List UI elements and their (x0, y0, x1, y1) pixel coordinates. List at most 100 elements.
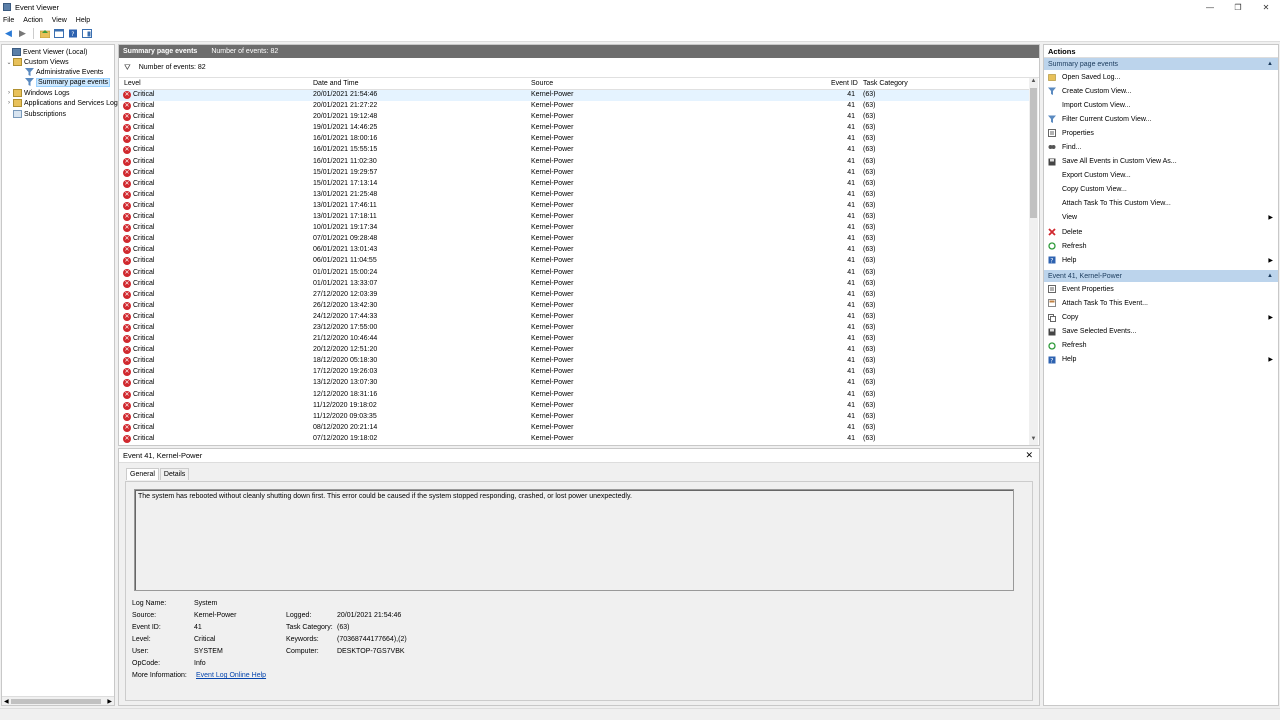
actions-section-header[interactable]: Event 41, Kernel-Power ▲ (1044, 270, 1278, 283)
tree-subscriptions[interactable]: Subscriptions (5, 109, 66, 119)
table-row[interactable]: ✕ Critical 06/01/2021 11:04:55 Kernel-Power… (119, 256, 1029, 267)
table-row[interactable]: ✕ Critical 07/01/2021 09:28:48 Kernel-Power… (119, 234, 1029, 245)
help-book-icon[interactable]: ? (67, 28, 78, 39)
table-row[interactable]: ✕ Critical 20/01/2021 21:27:22 Kernel-Power… (119, 101, 1029, 112)
actions-section-header[interactable]: Summary page events ▲ (1044, 58, 1278, 70)
table-row[interactable]: ✕ Critical 11/12/2020 09:03:35 Kernel-Power… (119, 412, 1029, 423)
scroll-left-icon[interactable]: ◀ (4, 698, 9, 705)
menu-file[interactable]: File (3, 17, 14, 24)
scroll-up-icon[interactable]: ▲ (1029, 78, 1038, 87)
tree-administrative-events[interactable]: Administrative Events (17, 67, 103, 77)
restore-icon[interactable]: ❐ (1224, 0, 1252, 14)
table-row[interactable]: ✕ Critical 27/12/2020 12:03:39 Kernel-Power… (119, 290, 1029, 301)
table-row[interactable]: ✕ Critical 26/12/2020 13:42:30 Kernel-Power… (119, 301, 1029, 312)
action-copy-custom-view[interactable]: Copy Custom View... (1044, 183, 1278, 197)
table-row[interactable]: ✕ Critical 19/01/2021 14:46:25 Kernel-Power… (119, 123, 1029, 134)
table-row[interactable]: ✕ Critical 20/01/2021 21:54:46 Kernel-Power… (119, 90, 1029, 102)
cell-source: Kernel-Power (531, 301, 574, 309)
menu-view[interactable]: View (52, 17, 67, 24)
column-source[interactable]: Source (531, 80, 553, 87)
table-row[interactable]: ✕ Critical 12/12/2020 18:31:16 Kernel-Power… (119, 390, 1029, 401)
column-event-id[interactable]: Event ID (831, 80, 858, 87)
action-attach-task-to-this-event[interactable]: Attach Task To This Event... (1044, 296, 1278, 310)
scroll-thumb[interactable] (1030, 88, 1037, 218)
action-filter-current-custom-view[interactable]: Filter Current Custom View... (1044, 112, 1278, 126)
action-export-custom-view[interactable]: Export Custom View... (1044, 169, 1278, 183)
table-row[interactable]: ✕ Critical 01/01/2021 13:33:07 Kernel-Power… (119, 279, 1029, 290)
table-row[interactable]: ✕ Critical 15/01/2021 19:29:57 Kernel-Power… (119, 168, 1029, 179)
table-row[interactable]: ✕ Critical 20/12/2020 12:51:20 Kernel-Power… (119, 345, 1029, 356)
up-folder-icon[interactable] (39, 28, 50, 39)
scroll-right-icon[interactable]: ▶ (107, 698, 112, 705)
table-row[interactable]: ✕ Critical 15/01/2021 17:13:14 Kernel-Power… (119, 179, 1029, 190)
table-row[interactable]: ✕ Critical 20/01/2021 19:12:48 Kernel-Power… (119, 112, 1029, 123)
minimize-icon[interactable]: — (1196, 0, 1224, 14)
event-log-online-help-link[interactable]: Event Log Online Help (196, 672, 266, 679)
tree-expander[interactable]: › (5, 90, 13, 96)
table-row[interactable]: ✕ Critical 07/12/2020 19:18:02 Kernel-Power… (119, 434, 1029, 445)
tree-summary-page-events[interactable]: Summary page events (17, 77, 111, 87)
table-row[interactable]: ✕ Critical 01/01/2021 15:00:24 Kernel-Power… (119, 268, 1029, 279)
action-save-all-events-in-custom-view-as[interactable]: Save All Events in Custom View As... (1044, 155, 1278, 169)
refresh-icon (1048, 242, 1056, 250)
table-row[interactable]: ✕ Critical 13/01/2021 21:25:48 Kernel-Power… (119, 190, 1029, 201)
action-copy[interactable]: Copy ▶ (1044, 311, 1278, 325)
close-icon[interactable]: ✕ (1252, 0, 1280, 14)
table-row[interactable]: ✕ Critical 13/01/2021 17:18:11 Kernel-Power… (119, 212, 1029, 223)
action-help[interactable]: ? Help ▶ (1044, 253, 1278, 267)
action-import-custom-view[interactable]: Import Custom View... (1044, 98, 1278, 112)
table-row[interactable]: ✕ Critical 08/12/2020 20:21:14 Kernel-Power… (119, 423, 1029, 434)
table-row[interactable]: ✕ Critical 13/12/2020 13:07:30 Kernel-Power… (119, 378, 1029, 389)
table-row[interactable]: ✕ Critical 16/01/2021 15:55:15 Kernel-Power… (119, 145, 1029, 156)
action-delete[interactable]: Delete (1044, 225, 1278, 239)
table-row[interactable]: ✕ Critical 10/01/2021 19:17:34 Kernel-Power… (119, 223, 1029, 234)
scroll-thumb[interactable] (11, 699, 101, 704)
action-create-custom-view[interactable]: Create Custom View... (1044, 84, 1278, 98)
column-date-time[interactable]: Date and Time (313, 80, 359, 87)
action-event-properties[interactable]: Event Properties (1044, 282, 1278, 296)
action-find[interactable]: Find... (1044, 140, 1278, 154)
collapse-caret-icon[interactable]: ▲ (1267, 273, 1273, 279)
show-hide-console-tree-icon[interactable] (53, 28, 64, 39)
table-row[interactable]: ✕ Critical 21/12/2020 10:46:44 Kernel-Power… (119, 334, 1029, 345)
show-hide-action-pane-icon[interactable] (81, 28, 92, 39)
tree-applications-services-logs[interactable]: › Applications and Services Logs (5, 98, 121, 108)
tree-expander[interactable]: ⌄ (5, 59, 13, 66)
close-icon[interactable]: ✕ (1025, 450, 1033, 461)
table-row[interactable]: ✕ Critical 23/12/2020 17:55:00 Kernel-Power… (119, 323, 1029, 334)
table-row[interactable]: ✕ Critical 24/12/2020 17:44:33 Kernel-Power… (119, 312, 1029, 323)
scroll-down-icon[interactable]: ▼ (1029, 436, 1038, 445)
event-message[interactable]: The system has rebooted without cleanly … (134, 489, 1014, 591)
column-level[interactable]: Level (124, 80, 141, 87)
tree-custom-views[interactable]: ⌄ Custom Views (5, 57, 69, 67)
action-open-saved-log[interactable]: Open Saved Log... (1044, 70, 1278, 84)
table-row[interactable]: ✕ Critical 16/01/2021 18:00:16 Kernel-Power… (119, 134, 1029, 145)
tree-windows-logs[interactable]: › Windows Logs (5, 88, 70, 98)
events-vertical-scrollbar[interactable]: ▲ ▼ (1029, 78, 1038, 445)
table-row[interactable]: ✕ Critical 11/12/2020 19:18:02 Kernel-Power… (119, 401, 1029, 412)
action-help[interactable]: ? Help ▶ (1044, 353, 1278, 367)
action-properties[interactable]: Properties (1044, 126, 1278, 140)
action-view[interactable]: View ▶ (1044, 211, 1278, 225)
forward-arrow-icon[interactable]: ▶ (17, 28, 28, 39)
tree-expander[interactable]: › (5, 100, 13, 106)
back-arrow-icon[interactable]: ◀ (3, 28, 14, 39)
status-bar (0, 708, 1280, 720)
tab-general[interactable]: General (126, 468, 159, 480)
action-save-selected-events[interactable]: Save Selected Events... (1044, 325, 1278, 339)
collapse-caret-icon[interactable]: ▲ (1267, 61, 1273, 67)
table-row[interactable]: ✕ Critical 16/01/2021 11:02:30 Kernel-Power… (119, 157, 1029, 168)
tree-horizontal-scrollbar[interactable]: ◀ ▶ (2, 696, 114, 705)
action-refresh[interactable]: Refresh (1044, 239, 1278, 253)
tab-details[interactable]: Details (159, 468, 190, 480)
menu-help[interactable]: Help (76, 17, 90, 24)
table-row[interactable]: ✕ Critical 13/01/2021 17:46:11 Kernel-Power… (119, 201, 1029, 212)
menu-action[interactable]: Action (23, 17, 42, 24)
action-refresh[interactable]: Refresh (1044, 339, 1278, 353)
action-attach-task-to-this-custom-view[interactable]: Attach Task To This Custom View... (1044, 197, 1278, 211)
table-row[interactable]: ✕ Critical 06/01/2021 13:01:43 Kernel-Power… (119, 245, 1029, 256)
tree-event-viewer-local[interactable]: Event Viewer (Local) (4, 47, 87, 57)
table-row[interactable]: ✕ Critical 18/12/2020 05:18:30 Kernel-Power… (119, 356, 1029, 367)
table-row[interactable]: ✕ Critical 17/12/2020 19:26:03 Kernel-Power… (119, 367, 1029, 378)
column-task-category[interactable]: Task Category (863, 80, 908, 87)
